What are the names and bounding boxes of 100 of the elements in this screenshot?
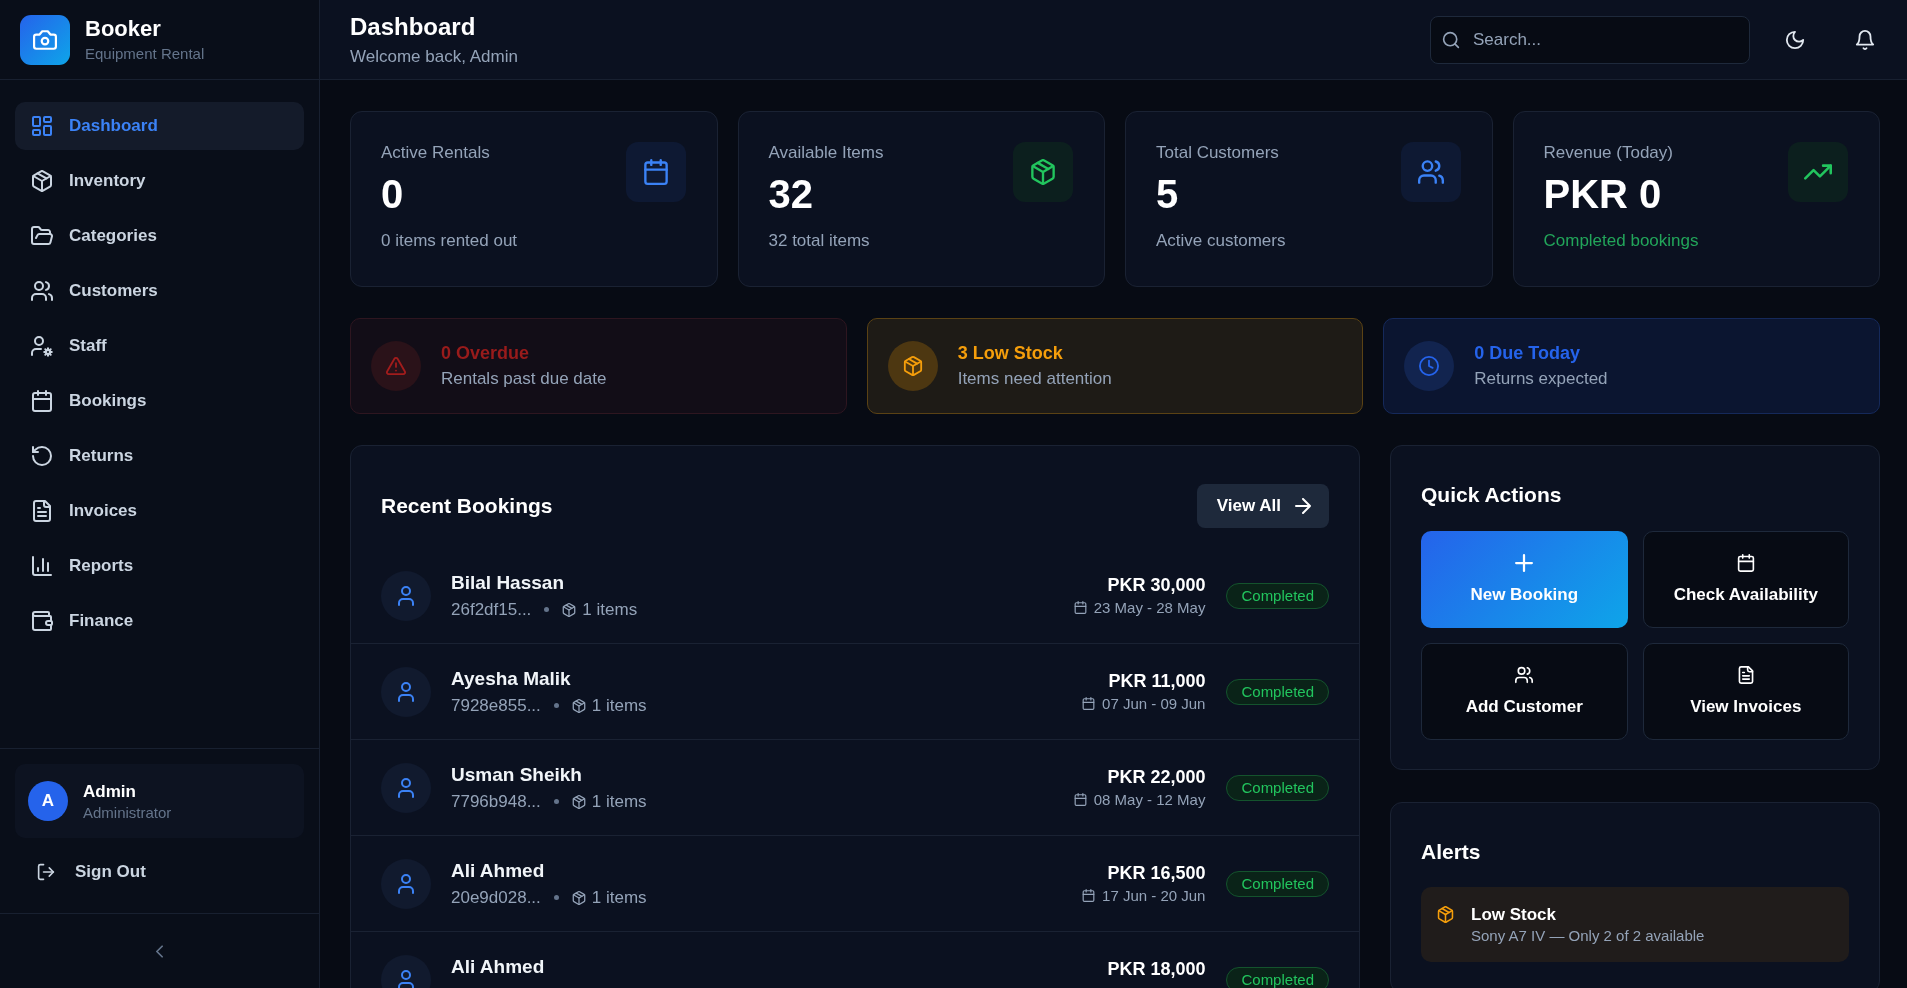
stat-label: Available Items <box>768 142 884 164</box>
grid-icon <box>31 115 53 137</box>
calendar-icon <box>1073 793 1087 806</box>
arrow-right-icon <box>1295 498 1311 514</box>
booking-dates: 17 Jun - 20 Jun <box>1102 887 1206 904</box>
item-count: 1 items <box>591 887 647 908</box>
dot-icon <box>553 703 559 708</box>
calendar-icon <box>1082 697 1096 710</box>
banner-text: Rentals past due date <box>441 368 607 390</box>
customer-name: Ayesha Malik <box>451 666 572 691</box>
status-badge: Completed <box>1226 678 1329 705</box>
plus-icon <box>1515 554 1534 572</box>
calendar-icon <box>1082 889 1096 902</box>
box-icon <box>1013 142 1073 202</box>
nav-item[interactable]: Staff <box>15 322 304 370</box>
collapse-sidebar-button[interactable] <box>156 944 163 958</box>
quick-action-button[interactable]: New Booking <box>1421 531 1628 628</box>
customer-name: Bilal Hassan <box>451 570 565 595</box>
page-subtitle: Welcome back, Admin <box>350 45 518 68</box>
users-icon <box>31 280 53 302</box>
nav-item[interactable]: Customers <box>15 267 304 315</box>
search-icon <box>1442 30 1460 49</box>
brand-name: Booker <box>85 15 162 42</box>
dot-icon <box>553 799 559 804</box>
booking-ref: 7928e855... <box>451 695 541 716</box>
page-title: Dashboard <box>350 11 477 42</box>
dot-icon <box>544 607 550 612</box>
sign-out-icon <box>37 863 55 881</box>
panel-title: Alerts <box>1421 839 1482 865</box>
customer-name: Ali Ahmed <box>451 954 545 979</box>
chevron-left-icon <box>156 944 163 958</box>
stat-note: 0 items rented out <box>381 230 518 252</box>
booking-amount: PKR 16,500 <box>1107 861 1206 884</box>
booking-amount: PKR 22,000 <box>1107 765 1206 788</box>
stat-value: PKR 0 <box>1543 171 1663 218</box>
user-avatar: A <box>28 781 68 821</box>
document-icon <box>1736 666 1755 684</box>
booking-ref: 7796b948... <box>451 791 541 812</box>
moon-icon <box>1785 29 1805 50</box>
stat-value: 5 <box>1156 171 1180 218</box>
stat-note: Completed bookings <box>1543 230 1699 252</box>
search-field[interactable]: Search... <box>1430 15 1750 64</box>
stat-label: Revenue (Today) <box>1543 142 1674 164</box>
dot-icon <box>553 895 559 900</box>
user-gear-icon <box>31 335 53 357</box>
nav-item[interactable]: Categories <box>15 212 304 260</box>
quick-action-button[interactable]: Check Availability <box>1642 531 1849 628</box>
calendar-icon <box>1073 601 1087 614</box>
alert-item[interactable]: Low Stock Sony A7 IV — Only 2 of 2 available <box>1421 887 1849 962</box>
bell-icon <box>1855 29 1875 50</box>
banner-text: Returns expected <box>1474 368 1608 390</box>
panel-title: Recent Bookings <box>381 493 553 519</box>
bar-chart-icon <box>31 555 53 577</box>
item-count: 1 items <box>591 695 647 716</box>
nav-item[interactable]: Reports <box>15 542 304 590</box>
sign-out-button[interactable]: Sign Out <box>15 848 304 896</box>
box-icon <box>571 794 586 809</box>
nav-item[interactable]: Finance <box>15 597 304 645</box>
view-all-button[interactable]: View All <box>1196 484 1329 528</box>
item-count: 1 items <box>591 791 647 812</box>
nav-item[interactable]: Bookings <box>15 377 304 425</box>
stat-value: 0 <box>381 171 405 218</box>
booking-amount: PKR 18,000 <box>1107 957 1206 980</box>
nav-item[interactable]: Dashboard <box>15 102 304 150</box>
stat-note: Active customers <box>1156 230 1286 252</box>
user-icon <box>381 666 431 717</box>
status-badge: Completed <box>1226 870 1329 897</box>
trend-up-icon <box>1788 142 1848 202</box>
stat-label: Total Customers <box>1156 142 1280 164</box>
box-icon <box>571 698 586 713</box>
box-icon <box>562 602 577 617</box>
banner-title: 0 Overdue <box>441 342 531 364</box>
rotate-arrow-icon <box>31 445 53 467</box>
box-icon <box>1437 906 1454 923</box>
user-icon <box>381 858 431 909</box>
booking-dates: 08 May - 12 May <box>1093 791 1206 808</box>
calendar-icon <box>1736 554 1755 572</box>
item-count: 1 items <box>582 599 638 620</box>
booking-amount: PKR 30,000 <box>1107 573 1206 596</box>
quick-action-button[interactable]: View Invoices <box>1642 643 1849 740</box>
box-icon <box>571 890 586 905</box>
quick-action-button[interactable]: Add Customer <box>1421 643 1628 740</box>
stat-note: 32 total items <box>768 230 871 252</box>
box-icon <box>31 170 53 192</box>
warning-icon <box>371 341 421 391</box>
wallet-icon <box>31 610 53 632</box>
user-icon <box>381 762 431 813</box>
status-badge: Completed <box>1226 774 1329 801</box>
brand-tagline: Equipment Rental <box>85 43 205 64</box>
user-role: Administrator <box>83 802 172 822</box>
status-badge: Completed <box>1226 582 1329 609</box>
nav-item[interactable]: Returns <box>15 432 304 480</box>
user-name: Admin <box>83 780 137 802</box>
folder-icon <box>31 225 53 247</box>
alert-title: Low Stock <box>1471 904 1557 925</box>
nav-item[interactable]: Invoices <box>15 487 304 535</box>
stat-value: 32 <box>768 171 814 218</box>
nav-item[interactable]: Inventory <box>15 157 304 205</box>
banner-text: Items need attention <box>957 368 1112 390</box>
clock-icon <box>1404 341 1455 391</box>
